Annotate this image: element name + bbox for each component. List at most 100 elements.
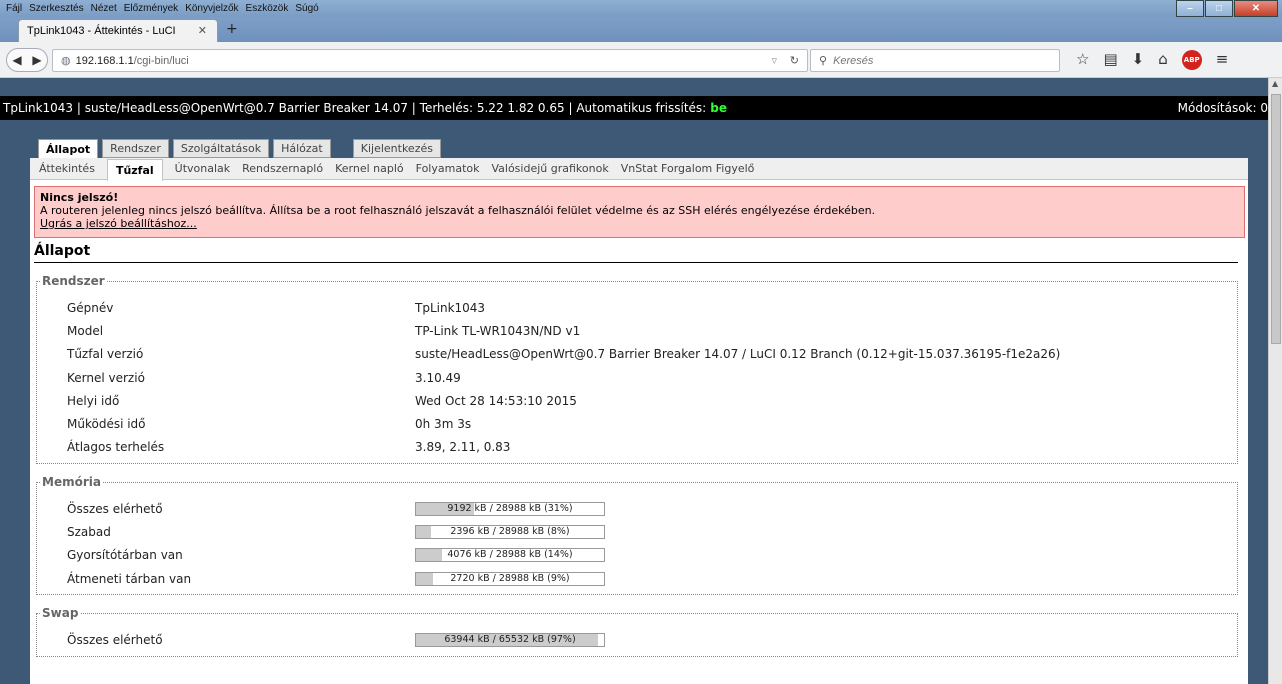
subtab-firewall[interactable]: Tűzfal [106,158,163,181]
url-path: /cgi-bin/luci [133,54,189,67]
maximize-button[interactable]: □ [1205,0,1233,17]
search-input[interactable]: ⚲ Keresés [810,49,1060,72]
memory-usage-bar: 9192 kB / 28988 kB (31%) [415,501,605,516]
back-forward-group: ◀ ▶ [6,48,48,72]
set-password-link[interactable]: Ugrás a jelszó beállításhoz... [40,217,197,230]
memory-row: Átmeneti tárban van 2720 kB / 28988 kB (9… [67,567,1237,590]
menu-bookmarks[interactable]: Könyvjelzők [185,3,238,14]
nav-bar: ◀ ▶ ◍ 192.168.1.1 /cgi-bin/luci ▿ ↻ ⚲ Ke… [0,42,1282,78]
menu-edit[interactable]: Szerkesztés [29,3,83,14]
sub-tabs: Áttekintés Tűzfal Útvonalak Rendszernapl… [30,158,1248,181]
system-row-label: Gépnév [67,300,114,315]
menu-view[interactable]: Nézet [91,3,117,14]
system-row-label: Tűzfal verzió [67,347,144,362]
subtab-overview[interactable]: Áttekintés [39,162,95,175]
url-bar[interactable]: ◍ 192.168.1.1 /cgi-bin/luci ▿ ↻ [52,49,808,72]
toolbar-icons: ☆ ▤ ⬇ ⌂ ABP ≡ [1076,50,1228,70]
page-viewport: TpLink1043 | suste/HeadLess@OpenWrt@0.7 … [0,78,1268,684]
menu-bar: Fájl Szerkesztés Nézet Előzmények Könyvj… [0,0,1282,17]
memory-row-label: Gyorsítótárban van [67,548,183,563]
swap-legend: Swap [42,606,79,621]
memory-usage-fill [416,526,432,539]
system-row-label: Kernel verzió [67,370,145,385]
tab-system[interactable]: Rendszer [102,139,169,158]
system-row: Tűzfal verzió suste/HeadLess@OpenWrt@0.7 … [67,343,1237,366]
system-row-value: suste/HeadLess@OpenWrt@0.7 Barrier Break… [415,347,1061,362]
status-page: Áttekintés Tűzfal Útvonalak Rendszernapl… [30,158,1248,684]
history-dropdown-icon[interactable]: ▿ [771,54,777,67]
menu-help[interactable]: Súgó [295,3,318,14]
memory-legend: Memória [42,475,101,490]
scroll-up-icon[interactable]: ▲ [1272,79,1278,88]
auto-refresh-toggle[interactable]: be [710,101,727,115]
reload-icon[interactable]: ↻ [790,54,799,67]
system-row-value: TpLink1043 [415,300,486,315]
subtab-processes[interactable]: Folyamatok [416,162,480,175]
system-row-value: 3.89, 2.11, 0.83 [415,440,511,455]
tab-status[interactable]: Állapot [38,139,99,159]
memory-row: Szabad 2396 kB / 28988 kB (8%) [67,520,1237,543]
subtab-realtime-graphs[interactable]: Valósidejű grafikonok [491,162,608,175]
system-row-label: Helyi idő [67,393,120,408]
minimize-button[interactable]: – [1176,0,1204,17]
memory-usage-text: 2720 kB / 28988 kB (9%) [450,572,570,584]
menu-file[interactable]: Fájl [6,3,22,14]
system-row: Működési idő 0h 3m 3s [67,412,1237,435]
bookmark-star-icon[interactable]: ☆ [1076,50,1089,70]
download-icon[interactable]: ⬇ [1132,50,1145,70]
memory-usage-text: 4076 kB / 28988 kB (14%) [447,549,573,561]
memory-row-label: Összes elérhető [67,501,163,516]
system-row-value: 0h 3m 3s [415,417,472,432]
system-row-label: Működési idő [67,417,146,432]
reading-list-icon[interactable]: ▤ [1103,50,1117,70]
browser-tab-title: TpLink1043 - Áttekintés - LuCI [27,25,176,37]
system-row: Átlagos terhelés 3.89, 2.11, 0.83 [67,436,1237,459]
system-row-label: Model [67,323,104,338]
subtab-routes[interactable]: Útvonalak [175,162,230,175]
memory-usage-bar: 4076 kB / 28988 kB (14%) [415,548,605,563]
system-row-value: 3.10.49 [415,370,461,385]
window-controls: – □ ✕ [1176,0,1278,17]
adblock-icon[interactable]: ABP [1181,50,1202,70]
tab-network[interactable]: Hálózat [273,139,331,158]
memory-section: Memória Összes elérhető 9192 kB / 28988 k… [36,475,1238,596]
system-row: Gépnév TpLink1043 [67,296,1237,319]
tab-services[interactable]: Szolgáltatások [172,139,270,158]
url-host: 192.168.1.1 [75,54,134,67]
swap-section: Swap Összes elérhető 63944 kB / 65532 kB … [36,606,1238,657]
subtab-system-log[interactable]: Rendszernapló [242,162,323,175]
main-tabs: Állapot Rendszer Szolgáltatások Hálózat … [38,139,441,159]
browser-tab[interactable]: TpLink1043 - Áttekintés - LuCI ✕ [18,19,218,42]
forward-icon[interactable]: ▶ [27,53,47,67]
close-tab-icon[interactable]: ✕ [198,24,207,37]
memory-usage-fill [416,572,433,585]
memory-row-label: Átmeneti tárban van [67,571,192,586]
search-placeholder: Keresés [833,54,874,67]
tab-logout[interactable]: Kijelentkezés [352,139,441,158]
new-tab-icon[interactable]: + [226,21,238,37]
alert-title: Nincs jelszó! [40,191,119,204]
vertical-scrollbar[interactable]: ▲ [1268,78,1282,684]
subtab-vnstat[interactable]: VnStat Forgalom Figyelő [621,162,755,175]
tab-strip: TpLink1043 - Áttekintés - LuCI ✕ + [0,17,1282,42]
close-window-button[interactable]: ✕ [1234,0,1278,17]
changes-counter[interactable]: Módosítások: 0 [1178,101,1268,115]
menu-history[interactable]: Előzmények [124,3,178,14]
home-icon[interactable]: ⌂ [1158,50,1168,70]
memory-usage-text: 9192 kB / 28988 kB (31%) [447,502,573,514]
search-icon: ⚲ [819,55,828,67]
system-row: Kernel verzió 3.10.49 [67,366,1237,389]
back-icon[interactable]: ◀ [7,53,27,67]
globe-icon: ◍ [61,55,71,67]
memory-row: Gyorsítótárban van 4076 kB / 28988 kB (14… [67,544,1237,567]
system-row: Helyi idő Wed Oct 28 14:53:10 2015 [67,389,1237,412]
header-status-text: TpLink1043 | suste/HeadLess@OpenWrt@0.7 … [3,101,707,115]
memory-usage-bar: 2720 kB / 28988 kB (9%) [415,571,605,586]
luci-header: TpLink1043 | suste/HeadLess@OpenWrt@0.7 … [0,96,1268,120]
system-row-label: Átlagos terhelés [67,440,165,455]
memory-usage-bar: 2396 kB / 28988 kB (8%) [415,525,605,540]
menu-tools[interactable]: Eszközök [246,3,289,14]
subtab-kernel-log[interactable]: Kernel napló [335,162,404,175]
hamburger-menu-icon[interactable]: ≡ [1216,50,1229,70]
scrollbar-thumb[interactable] [1271,94,1281,344]
